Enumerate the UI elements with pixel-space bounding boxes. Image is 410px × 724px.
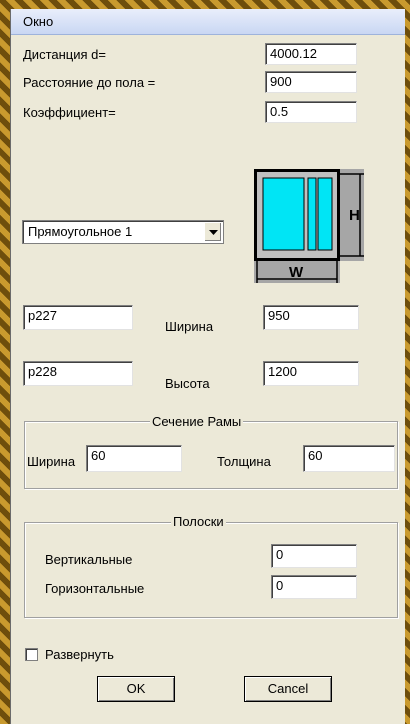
dropdown-button[interactable] xyxy=(204,222,222,242)
horizontal-strips-input[interactable]: 0 xyxy=(271,575,357,599)
width-code-input[interactable]: p227 xyxy=(23,305,133,330)
preview-width-label: W xyxy=(289,264,304,281)
frame-section-legend: Сечение Рамы xyxy=(150,414,244,429)
title-bar: Окно xyxy=(11,9,405,35)
distance-label: Дистанция d= xyxy=(23,47,106,62)
strips-legend: Полоски xyxy=(171,514,226,529)
horizontal-strips-label: Горизонтальные xyxy=(45,581,145,596)
distance-input[interactable]: 4000.12 xyxy=(265,43,357,65)
vertical-strips-label: Вертикальные xyxy=(45,552,133,567)
frame-width-label: Ширина xyxy=(27,454,76,469)
frame-width-input[interactable]: 60 xyxy=(86,445,182,472)
height-code-input[interactable]: p228 xyxy=(23,361,133,386)
height-input[interactable]: 1200 xyxy=(263,361,359,386)
preview-glass-right xyxy=(317,177,333,251)
frame-thickness-input[interactable]: 60 xyxy=(303,445,395,472)
window-preview-diagram: H W xyxy=(254,169,364,283)
width-input[interactable]: 950 xyxy=(263,305,359,330)
window-title: Окно xyxy=(23,14,54,29)
shape-select-value: Прямоугольное 1 xyxy=(28,224,133,239)
window-dialog: Окно Дистанция d= 4000.12 Расстояние до … xyxy=(10,9,405,724)
preview-glass-middle xyxy=(307,177,317,251)
strips-group xyxy=(24,522,398,618)
shape-select[interactable]: Прямоугольное 1 xyxy=(22,220,224,244)
frame-thickness-label: Толщина xyxy=(217,454,271,469)
preview-height-label: H xyxy=(349,207,360,224)
chevron-down-icon xyxy=(209,230,218,235)
preview-glass-left xyxy=(262,177,305,251)
width-label: Ширина xyxy=(165,319,214,334)
coefficient-input[interactable]: 0.5 xyxy=(265,101,357,123)
vertical-strips-input[interactable]: 0 xyxy=(271,544,357,568)
floor-distance-input[interactable]: 900 xyxy=(265,71,357,93)
ok-button[interactable]: OK xyxy=(97,676,175,702)
cancel-button[interactable]: Cancel xyxy=(244,676,332,702)
floor-distance-label: Расстояние до пола = xyxy=(23,75,156,90)
expand-label[interactable]: Развернуть xyxy=(45,647,114,662)
expand-checkbox[interactable] xyxy=(25,648,38,661)
height-label: Высота xyxy=(165,376,210,391)
coefficient-label: Коэффициент= xyxy=(23,105,116,120)
